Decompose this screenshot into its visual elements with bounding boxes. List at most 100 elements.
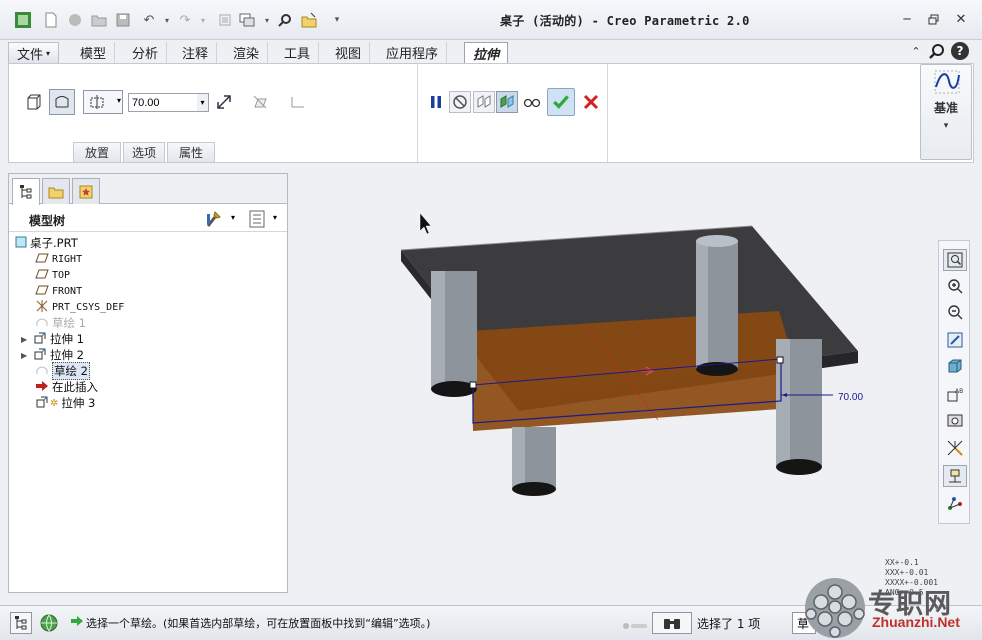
favorites-tab-icon[interactable]: [72, 178, 100, 204]
table-leg: [512, 427, 556, 496]
tree-node-top[interactable]: TOP: [35, 267, 70, 283]
extrude-solid-icon[interactable]: [23, 91, 45, 113]
redo-dropdown-icon[interactable]: ▾: [194, 11, 212, 29]
find-icon[interactable]: [276, 11, 294, 29]
flip-direction-icon[interactable]: [213, 91, 235, 113]
ribbon-tab-row: 文件 ▾ 模型 分析 注释 渲染 工具 视图 应用程序 拉伸: [0, 40, 982, 64]
tab-file[interactable]: 文件 ▾: [8, 42, 60, 63]
view-toolbar: AB: [938, 240, 970, 524]
spin-center-icon[interactable]: [943, 493, 967, 515]
pause-icon[interactable]: [425, 91, 447, 113]
depth-type-selector[interactable]: ▾: [83, 90, 123, 114]
undo-dropdown-icon[interactable]: ▾: [158, 11, 176, 29]
tab-view[interactable]: 视图: [327, 42, 371, 63]
window-title: 桌子 (活动的) - Creo Parametric 2.0: [500, 14, 750, 28]
redo-icon[interactable]: ↷: [176, 11, 194, 29]
tree-node-front[interactable]: FRONT: [35, 283, 82, 299]
tree-node-sketch-1[interactable]: 草绘 1: [35, 315, 86, 331]
depth-value-dropdown-icon[interactable]: ▾: [197, 93, 209, 112]
close-button[interactable]: ✕: [950, 10, 972, 28]
ribbon-separator: [607, 64, 608, 162]
restore-button[interactable]: [922, 10, 944, 28]
cancel-x-button[interactable]: [580, 91, 602, 113]
tab-tools[interactable]: 工具: [276, 42, 320, 63]
tab-render[interactable]: 渲染: [225, 42, 269, 63]
close-window-folder-icon[interactable]: [300, 11, 318, 29]
repaint-icon[interactable]: [943, 329, 967, 351]
toggle-navigator-icon[interactable]: [10, 612, 32, 634]
help-icon[interactable]: ?: [951, 42, 969, 60]
open-folder-icon[interactable]: [90, 11, 108, 29]
open-file-icon[interactable]: [66, 11, 84, 29]
tree-node-extrude-1[interactable]: ▶ 拉伸 1: [21, 331, 84, 347]
apply-check-button[interactable]: [547, 88, 575, 116]
datum-curve-icon: [933, 69, 961, 98]
regenerate-icon[interactable]: [216, 11, 234, 29]
save-icon[interactable]: [114, 11, 132, 29]
glasses-preview-icon[interactable]: [521, 91, 543, 113]
depth-value-input[interactable]: [128, 93, 198, 112]
sketch-icon: [35, 316, 49, 331]
refit-icon[interactable]: [943, 249, 967, 271]
model-tree-tab-icon[interactable]: [12, 178, 40, 205]
tree-node-label: TOP: [52, 269, 71, 281]
windows-icon[interactable]: [238, 11, 256, 29]
show-menu-icon[interactable]: [249, 210, 265, 231]
extrude-surface-icon[interactable]: [49, 89, 75, 115]
windows-dropdown-icon[interactable]: ▾: [258, 11, 276, 29]
saved-orientations-icon[interactable]: AB: [943, 383, 967, 405]
tree-node-csys[interactable]: PRT_CSYS_DEF: [35, 299, 124, 315]
tree-node-right[interactable]: RIGHT: [35, 251, 82, 267]
app-logo-icon[interactable]: [14, 11, 32, 29]
tab-properties[interactable]: 属性: [167, 142, 215, 162]
insert-arrow-icon: [35, 380, 49, 395]
tree-settings-icon[interactable]: [205, 210, 223, 231]
undo-icon[interactable]: ↶: [140, 11, 158, 29]
watermark-url: Zhuanzhi.Net: [872, 614, 960, 630]
tab-applications[interactable]: 应用程序: [378, 42, 448, 63]
tab-model[interactable]: 模型: [72, 42, 116, 63]
annotation-display-icon[interactable]: [943, 465, 967, 487]
tree-node-sketch-2[interactable]: 草绘 2: [35, 362, 90, 380]
tree-settings-dropdown-icon[interactable]: ▾: [231, 213, 235, 222]
selection-filter-binoculars-icon[interactable]: [652, 612, 692, 634]
browser-globe-icon[interactable]: [38, 612, 60, 634]
new-file-icon[interactable]: [42, 11, 60, 29]
remove-material-icon[interactable]: [249, 91, 271, 113]
selection-count: 选择了 1 项: [697, 617, 761, 631]
zoom-in-icon[interactable]: [943, 275, 967, 297]
tab-annotate[interactable]: 注释: [174, 42, 218, 63]
depth-type-dropdown-icon[interactable]: ▾: [117, 96, 121, 105]
attached-preview-icon[interactable]: [473, 91, 495, 113]
navigator-tabs: [9, 174, 287, 205]
graphics-window[interactable]: 70.00: [296, 173, 936, 603]
depth-dimension-label[interactable]: 70.00: [838, 392, 863, 403]
thicken-sketch-icon[interactable]: [287, 91, 309, 113]
expand-arrow-icon[interactable]: ▶: [21, 351, 33, 360]
tab-analysis[interactable]: 分析: [124, 42, 168, 63]
minimize-button[interactable]: ─: [896, 10, 918, 28]
show-menu-dropdown-icon[interactable]: ▾: [273, 213, 277, 222]
tree-node-extrude-3[interactable]: ✲ 拉伸 3: [35, 395, 95, 411]
search-icon[interactable]: [928, 42, 946, 60]
datum-group-button[interactable]: 基准 ▾: [920, 64, 972, 160]
no-preview-icon[interactable]: [449, 91, 471, 113]
tab-options[interactable]: 选项: [123, 142, 165, 162]
extrude-icon: [33, 331, 47, 348]
folder-browser-tab-icon[interactable]: [42, 178, 70, 204]
datum-dropdown-icon[interactable]: ▾: [921, 121, 971, 131]
verify-preview-icon[interactable]: [496, 91, 518, 113]
zoom-out-icon[interactable]: [943, 301, 967, 323]
tree-node-label: 桌子.PRT: [30, 236, 78, 250]
tab-extrude[interactable]: 拉伸: [464, 42, 509, 64]
tree-node-extrude-2[interactable]: ▶ 拉伸 2: [21, 347, 84, 363]
tab-placement[interactable]: 放置: [73, 142, 121, 162]
expand-arrow-icon[interactable]: ▶: [21, 335, 33, 344]
customize-qat-icon[interactable]: ▾: [328, 11, 346, 29]
tree-node-insert-here[interactable]: 在此插入: [35, 379, 98, 395]
view-manager-icon[interactable]: [943, 409, 967, 431]
display-style-icon[interactable]: [943, 355, 967, 377]
collapse-ribbon-icon[interactable]: ⌃: [907, 42, 925, 60]
tree-node-part[interactable]: 桌子.PRT: [15, 235, 78, 251]
datum-display-icon[interactable]: [943, 437, 967, 459]
